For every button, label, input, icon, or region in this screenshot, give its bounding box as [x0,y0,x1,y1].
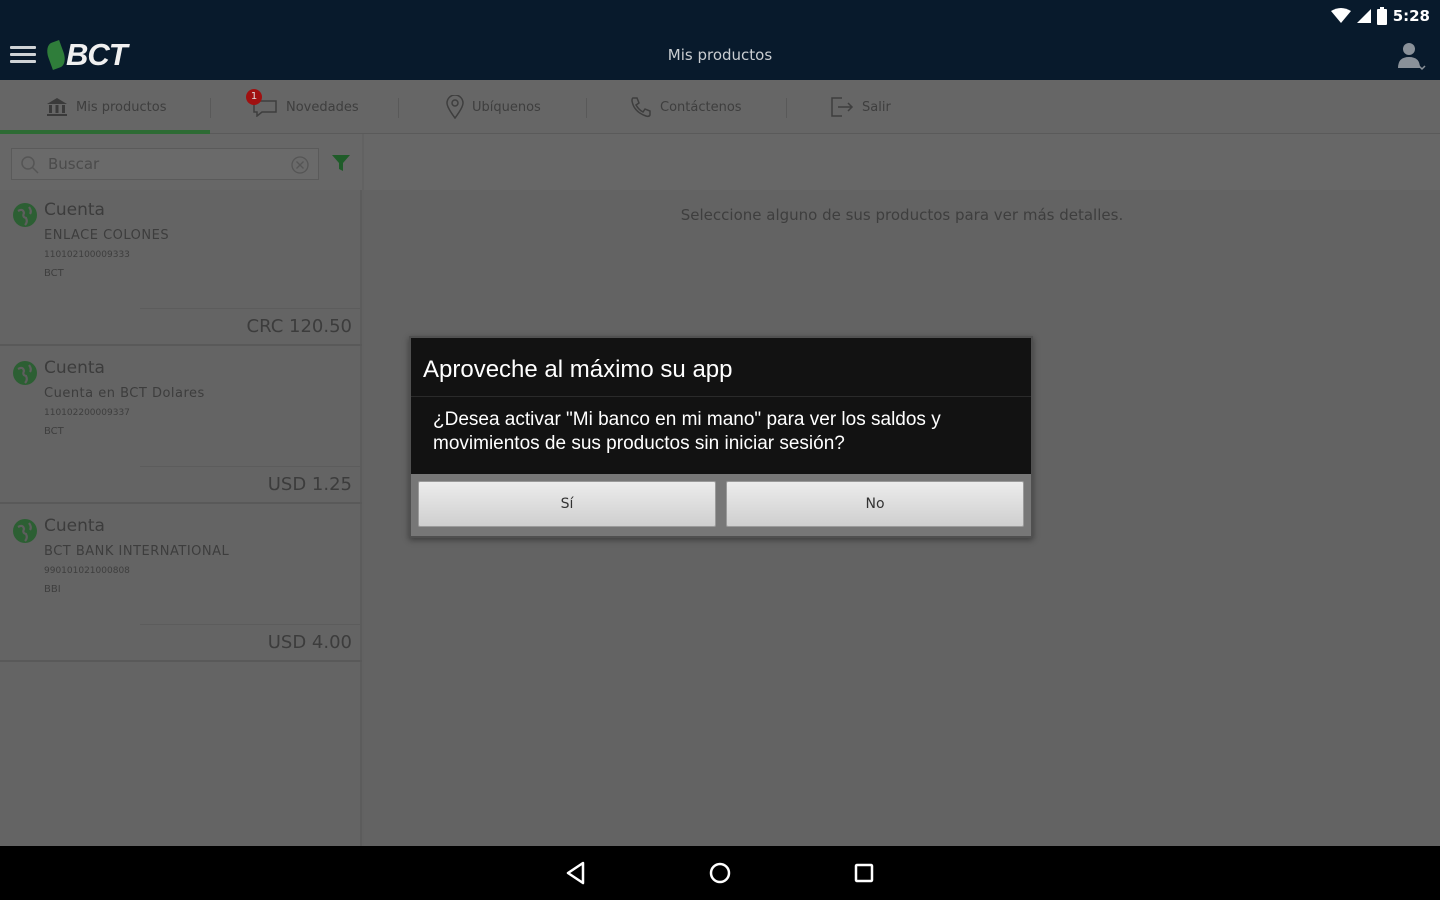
phone-icon [631,97,651,118]
products-panel: Cuenta ENLACE COLONES 110102100009333 BC… [0,134,362,846]
location-pin-icon [446,95,464,119]
search-icon [21,156,39,174]
battery-icon [1376,7,1387,25]
product-number: 110102200009337 [44,408,130,418]
no-button[interactable]: No [726,481,1024,527]
menu-icon[interactable] [10,43,36,69]
product-amount: USD 4.00 [267,632,352,653]
logout-icon [831,97,854,117]
app-bar: BCT Mis productos [0,32,1440,80]
status-bar: 5:28 [0,0,1440,32]
divider [140,308,362,309]
product-amount: CRC 120.50 [246,316,352,337]
product-name: BCT BANK INTERNATIONAL [44,544,230,559]
product-bank: BCT [44,426,64,437]
wifi-icon [1330,8,1351,23]
product-amount: USD 1.25 [267,474,352,495]
filter-icon[interactable] [330,152,352,174]
bank-icon [47,98,67,116]
bct-logo: BCT [44,37,128,72]
system-nav-bar [0,846,1440,900]
product-bank: BCT [44,268,64,279]
account-globe-icon [13,361,37,385]
tab-divider [786,98,787,118]
nav-tabs: Mis productos 1 Novedades Ubíquenos Cont… [0,80,1440,134]
product-name: ENLACE COLONES [44,228,170,243]
dialog-body: Aproveche al máximo su app ¿Desea activa… [411,338,1031,474]
tab-salir[interactable]: Salir [830,80,891,134]
yes-button[interactable]: Sí [418,481,716,527]
divider [140,624,362,625]
notification-badge: 1 [246,89,262,105]
tab-contactenos[interactable]: Contáctenos [630,80,742,134]
account-globe-icon [13,519,37,543]
page-title: Mis productos [667,46,773,64]
dialog-message: ¿Desea activar "Mi banco en mi mano" par… [433,409,941,454]
status-time: 5:28 [1392,7,1430,25]
product-card[interactable]: Cuenta ENLACE COLONES 110102100009333 BC… [0,190,362,346]
divider [411,396,1031,397]
signal-icon [1356,9,1371,23]
dialog-title: Aproveche al máximo su app [423,356,733,383]
tab-divider [586,98,587,118]
tab-divider [398,98,399,118]
tab-novedades[interactable]: 1 Novedades [246,80,359,134]
recents-icon[interactable] [850,859,878,887]
search-box [11,148,319,180]
activation-dialog: Aproveche al máximo su app ¿Desea activa… [409,336,1033,538]
profile-icon[interactable] [1394,38,1430,74]
product-bank: BBI [44,584,61,595]
detail-header [364,134,1440,190]
home-icon[interactable] [706,859,734,887]
product-card[interactable]: Cuenta Cuenta en BCT Dolares 11010220000… [0,348,362,504]
product-type: Cuenta [44,516,105,536]
product-name: Cuenta en BCT Dolares [44,386,205,401]
account-globe-icon [13,203,37,227]
product-type: Cuenta [44,358,105,378]
product-card[interactable]: Cuenta BCT BANK INTERNATIONAL 9901010210… [0,506,362,662]
logo-leaf-icon [44,40,68,70]
tab-ubiquenos[interactable]: Ubíquenos [446,80,541,134]
search-input[interactable] [48,153,278,175]
product-number: 990101021000808 [44,566,130,576]
divider [140,466,362,467]
search-row [0,134,362,190]
product-type: Cuenta [44,200,105,220]
back-icon[interactable] [562,859,590,887]
detail-hint: Seleccione alguno de sus productos para … [680,206,1124,224]
tab-mis-productos[interactable]: Mis productos [46,80,166,134]
tab-divider [210,98,211,118]
product-number: 110102100009333 [44,250,130,260]
clear-icon[interactable] [290,155,310,175]
status-icons: 5:28 [1330,4,1430,28]
